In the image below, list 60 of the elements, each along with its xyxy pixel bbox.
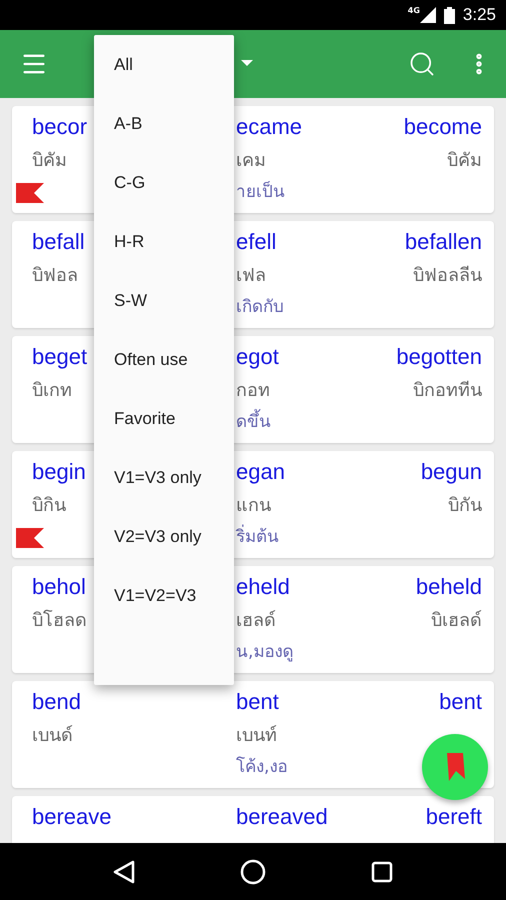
meaning: ายเป็น bbox=[236, 180, 285, 204]
pronunciation: เบนท์ bbox=[236, 724, 277, 748]
base-form: bend bbox=[32, 688, 81, 716]
pronunciation: บิคัม bbox=[447, 148, 482, 173]
menu-item[interactable]: V1=V3 only bbox=[94, 448, 234, 507]
search-icon[interactable] bbox=[408, 50, 436, 78]
base-form: becor bbox=[32, 113, 88, 141]
pronunciation: บิกิน bbox=[32, 494, 66, 518]
pronunciation: เฮลด์ bbox=[236, 608, 276, 633]
meaning: น,มองดู bbox=[236, 641, 294, 664]
verb-card[interactable]: bereave bereaved bereft bbox=[12, 796, 494, 843]
recents-icon[interactable] bbox=[371, 860, 394, 882]
meaning: ริ่มต้น bbox=[236, 524, 279, 552]
menu-item[interactable]: C-G bbox=[94, 153, 234, 212]
pronunciation: แกน bbox=[236, 494, 271, 518]
meaning: เกิดกับ bbox=[236, 296, 284, 320]
clock-time: 3:25 bbox=[462, 5, 496, 25]
base-form: begin bbox=[32, 458, 86, 486]
pronunciation: บิกัน bbox=[448, 494, 482, 518]
home-icon[interactable] bbox=[240, 858, 266, 884]
past-participle: befallen bbox=[404, 228, 482, 256]
past-participle: begun bbox=[420, 458, 482, 486]
signal-icon bbox=[420, 7, 436, 23]
pronunciation: บิโฮลด bbox=[32, 608, 87, 633]
base-form: bereave bbox=[32, 803, 112, 831]
past-participle: beheld bbox=[416, 573, 482, 601]
past-form: bent bbox=[236, 688, 279, 716]
pronunciation: เคม bbox=[236, 148, 266, 173]
past-form: ecame bbox=[236, 113, 302, 141]
pronunciation: กอท bbox=[236, 378, 270, 403]
verb-card[interactable]: bend bent bent เบนด์ เบนท์ โค้ง,งอ bbox=[12, 681, 494, 788]
past-form: egot bbox=[236, 343, 279, 371]
battery-icon bbox=[444, 6, 455, 24]
base-form: befall bbox=[32, 228, 85, 256]
pronunciation: บิเกท bbox=[32, 378, 72, 403]
menu-item[interactable]: V1=V2=V3 bbox=[94, 566, 234, 625]
pronunciation: บิคัม bbox=[32, 148, 67, 173]
network-label: 4G bbox=[408, 6, 420, 15]
past-form: efell bbox=[236, 228, 276, 256]
past-participle: become bbox=[404, 113, 482, 141]
past-participle: bent bbox=[439, 688, 482, 716]
bookmark-icon bbox=[445, 753, 465, 781]
pronunciation: เบนด์ bbox=[32, 724, 73, 748]
pronunciation: บิฟอลลีน bbox=[413, 264, 482, 288]
meaning: โค้ง,งอ bbox=[236, 756, 288, 780]
pronunciation: บิฟอล bbox=[32, 264, 78, 288]
base-form: behol bbox=[32, 573, 86, 601]
menu-item[interactable]: S-W bbox=[94, 271, 234, 330]
past-participle: begotten bbox=[396, 343, 482, 371]
past-participle: bereft bbox=[426, 803, 482, 831]
past-form: bereaved bbox=[236, 803, 328, 831]
base-form: beget bbox=[32, 343, 88, 371]
past-form: eheld bbox=[236, 573, 290, 601]
pronunciation: บิกอททีน bbox=[413, 378, 482, 403]
meaning: ดขึ้น bbox=[236, 409, 271, 437]
pronunciation: บิเฮลด์ bbox=[431, 608, 482, 633]
dropdown-caret-icon[interactable] bbox=[241, 60, 253, 66]
pronunciation: เฟล bbox=[236, 264, 266, 288]
back-icon[interactable] bbox=[112, 860, 135, 884]
past-form: egan bbox=[236, 458, 285, 486]
